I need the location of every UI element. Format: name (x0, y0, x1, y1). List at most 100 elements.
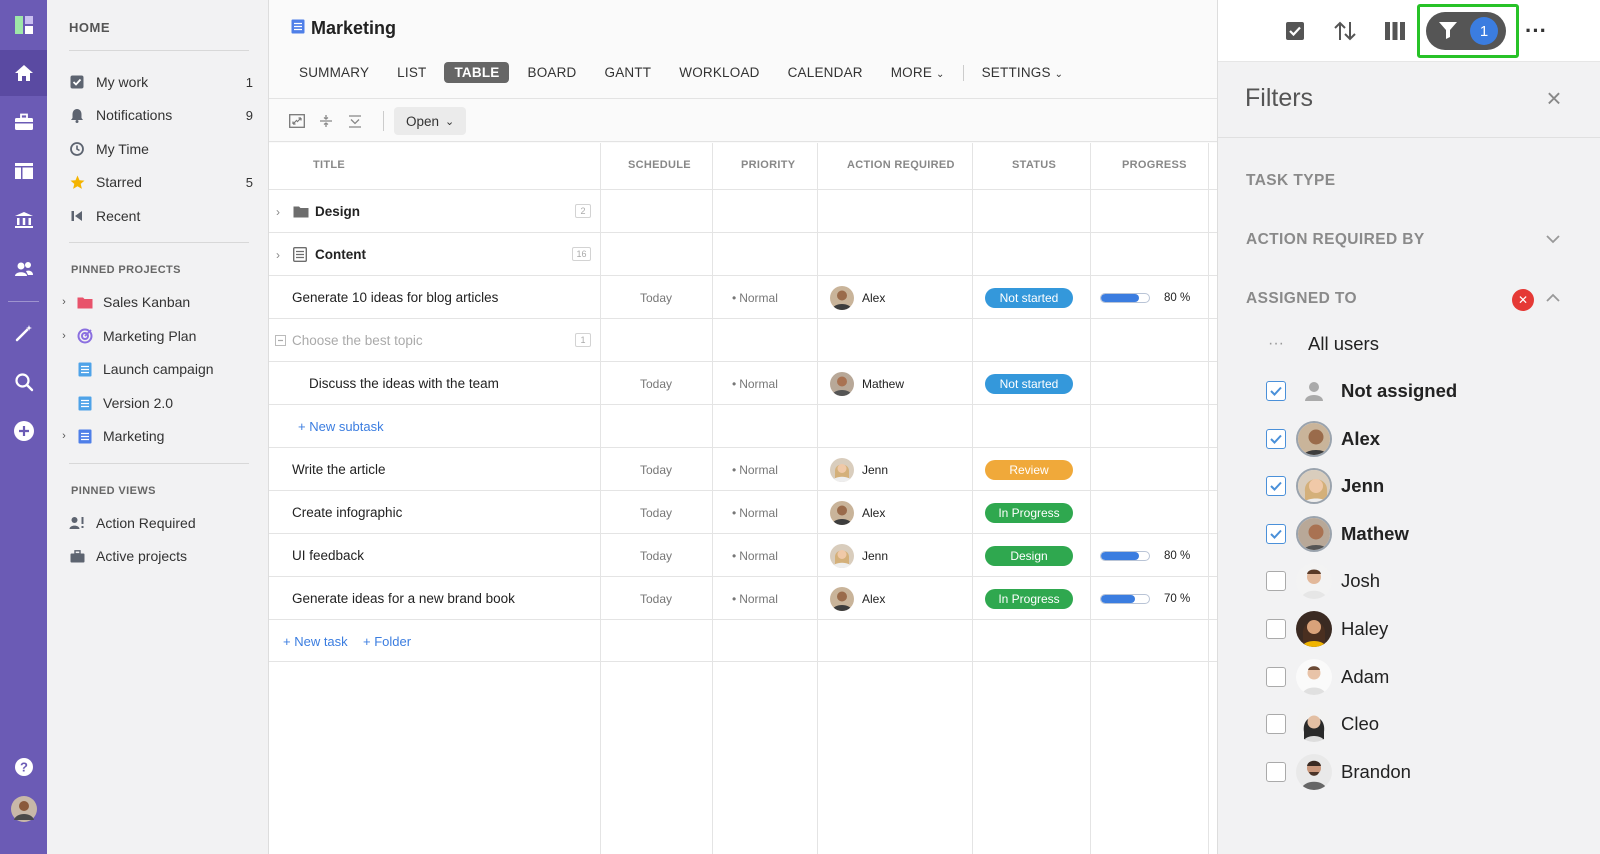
section-action-required-by[interactable]: ACTION REQUIRED BY (1246, 231, 1425, 249)
checkbox[interactable] (1266, 381, 1286, 401)
chevron-right-icon[interactable]: › (276, 190, 280, 233)
schedule-cell[interactable]: Today (640, 276, 672, 319)
row-title[interactable]: Create infographic (292, 491, 402, 534)
table-row[interactable]: Generate 10 ideas for blog articles Toda… (269, 275, 1217, 318)
row-title[interactable]: Write the article (292, 448, 386, 491)
priority-cell[interactable]: • Normal (732, 362, 778, 405)
chevron-right-icon[interactable]: › (57, 330, 71, 342)
home-icon[interactable] (0, 50, 47, 96)
sidebar-item-starred[interactable]: Starred 5 (69, 169, 253, 195)
row-title[interactable]: Design (315, 190, 360, 233)
add-icon[interactable] (0, 408, 47, 454)
status-cell[interactable]: Design (985, 534, 1073, 577)
checkbox[interactable] (1266, 762, 1286, 782)
filter-option-brandon[interactable]: Brandon (1266, 753, 1566, 791)
checkbox[interactable] (1266, 429, 1286, 449)
magic-wand-icon[interactable] (0, 310, 47, 356)
filter-option-josh[interactable]: Josh (1266, 562, 1566, 600)
search-icon[interactable] (0, 359, 47, 405)
table-row[interactable]: › Content 16 (269, 232, 1217, 275)
sidebar-item-my-time[interactable]: My Time (69, 136, 253, 162)
project-launch-campaign[interactable]: Launch campaign (57, 356, 247, 382)
row-title[interactable]: Discuss the ideas with the team (309, 362, 499, 405)
help-icon[interactable]: ? (0, 744, 47, 790)
project-version-2[interactable]: Version 2.0 (57, 390, 247, 416)
board-icon[interactable] (0, 148, 47, 194)
table-row[interactable]: › Design 2 (269, 189, 1217, 232)
column-header-status[interactable]: STATUS (1012, 159, 1056, 171)
expand-icon[interactable] (288, 112, 306, 130)
section-task-type[interactable]: TASK TYPE (1246, 172, 1335, 190)
assignee-cell[interactable]: Jenn (830, 448, 888, 491)
tab-calendar[interactable]: CALENDAR (778, 62, 873, 83)
column-header-priority[interactable]: PRIORITY (741, 159, 795, 171)
sidebar-item-notifications[interactable]: Notifications 9 (69, 102, 253, 128)
status-cell[interactable]: Review (985, 448, 1073, 491)
priority-cell[interactable]: • Normal (732, 276, 778, 319)
collapse-icon[interactable] (317, 112, 335, 130)
filter-option-cleo[interactable]: Cleo (1266, 705, 1566, 743)
table-row[interactable]: Discuss the ideas with the team Today • … (269, 361, 1217, 404)
schedule-cell[interactable]: Today (640, 577, 672, 620)
assignee-cell[interactable]: Alex (830, 491, 885, 534)
filter-option-jenn[interactable]: Jenn (1266, 467, 1566, 505)
tab-workload[interactable]: WORKLOAD (669, 62, 769, 83)
view-action-required[interactable]: Action Required (69, 510, 253, 536)
table-row[interactable]: Create infographic Today • Normal Alex I… (269, 490, 1217, 533)
row-title[interactable]: Generate 10 ideas for blog articles (292, 276, 498, 319)
collapse-group-icon[interactable] (275, 319, 286, 362)
project-marketing[interactable]: › Marketing (57, 423, 247, 449)
priority-cell[interactable]: • Normal (732, 448, 778, 491)
chevron-right-icon[interactable]: › (276, 233, 280, 276)
assignee-cell[interactable]: Mathew (830, 362, 904, 405)
tab-gantt[interactable]: GANTT (595, 62, 662, 83)
priority-cell[interactable]: • Normal (732, 534, 778, 577)
status-cell[interactable]: In Progress (985, 577, 1073, 620)
open-filter-dropdown[interactable]: Open ⌄ (394, 107, 467, 135)
tab-list[interactable]: LIST (387, 62, 436, 83)
assignee-cell[interactable]: Alex (830, 577, 885, 620)
tab-more[interactable]: MORE ⌄ (881, 62, 955, 83)
schedule-cell[interactable]: Today (640, 491, 672, 534)
schedule-cell[interactable]: Today (640, 534, 672, 577)
filter-levels-icon[interactable] (346, 112, 364, 130)
assignee-cell[interactable]: Alex (830, 276, 885, 319)
table-row[interactable]: UI feedback Today • Normal Jenn Design 8… (269, 533, 1217, 576)
tab-summary[interactable]: SUMMARY (289, 62, 379, 83)
assignee-cell[interactable]: Jenn (830, 534, 888, 577)
close-icon[interactable]: × (1542, 83, 1566, 113)
checkbox[interactable] (1266, 571, 1286, 591)
filter-option-not-assigned[interactable]: Not assigned (1266, 372, 1566, 410)
new-task-link[interactable]: + New task (283, 620, 348, 663)
status-cell[interactable]: In Progress (985, 491, 1073, 534)
chevron-up-icon[interactable] (1546, 291, 1560, 306)
tab-board[interactable]: BOARD (517, 62, 586, 83)
status-cell[interactable]: Not started (985, 276, 1073, 319)
column-header-progress[interactable]: PROGRESS (1122, 159, 1187, 171)
sidebar-item-recent[interactable]: Recent (69, 203, 253, 229)
priority-cell[interactable]: • Normal (732, 577, 778, 620)
column-header-title[interactable]: TITLE (313, 159, 345, 171)
row-title[interactable]: Choose the best topic (292, 319, 423, 362)
sidebar-item-my-work[interactable]: My work 1 (69, 69, 253, 95)
filter-option-haley[interactable]: Haley (1266, 610, 1566, 648)
sort-icon[interactable] (1332, 18, 1358, 44)
project-sales-kanban[interactable]: › Sales Kanban (57, 289, 247, 315)
columns-icon[interactable] (1382, 18, 1408, 44)
app-logo-icon[interactable] (0, 2, 47, 48)
column-header-action-required[interactable]: ACTION REQUIRED (847, 159, 955, 171)
table-row[interactable]: Generate ideas for a new brand book Toda… (269, 576, 1217, 619)
chevron-down-icon[interactable] (1546, 232, 1560, 247)
clear-filter-icon[interactable]: ✕ (1512, 289, 1534, 311)
table-row[interactable]: Choose the best topic 1 (269, 318, 1217, 361)
filter-option-alex[interactable]: Alex (1266, 420, 1566, 458)
view-active-projects[interactable]: Active projects (69, 543, 253, 569)
checkbox[interactable] (1266, 476, 1286, 496)
users-icon[interactable] (0, 246, 47, 292)
row-title[interactable]: Generate ideas for a new brand book (292, 577, 515, 620)
sidebar-home-title[interactable]: HOME (69, 20, 110, 35)
new-subtask-link[interactable]: + New subtask (298, 405, 384, 448)
select-checkbox-icon[interactable] (1282, 18, 1308, 44)
row-title[interactable]: Content (315, 233, 366, 276)
status-cell[interactable]: Not started (985, 362, 1073, 405)
